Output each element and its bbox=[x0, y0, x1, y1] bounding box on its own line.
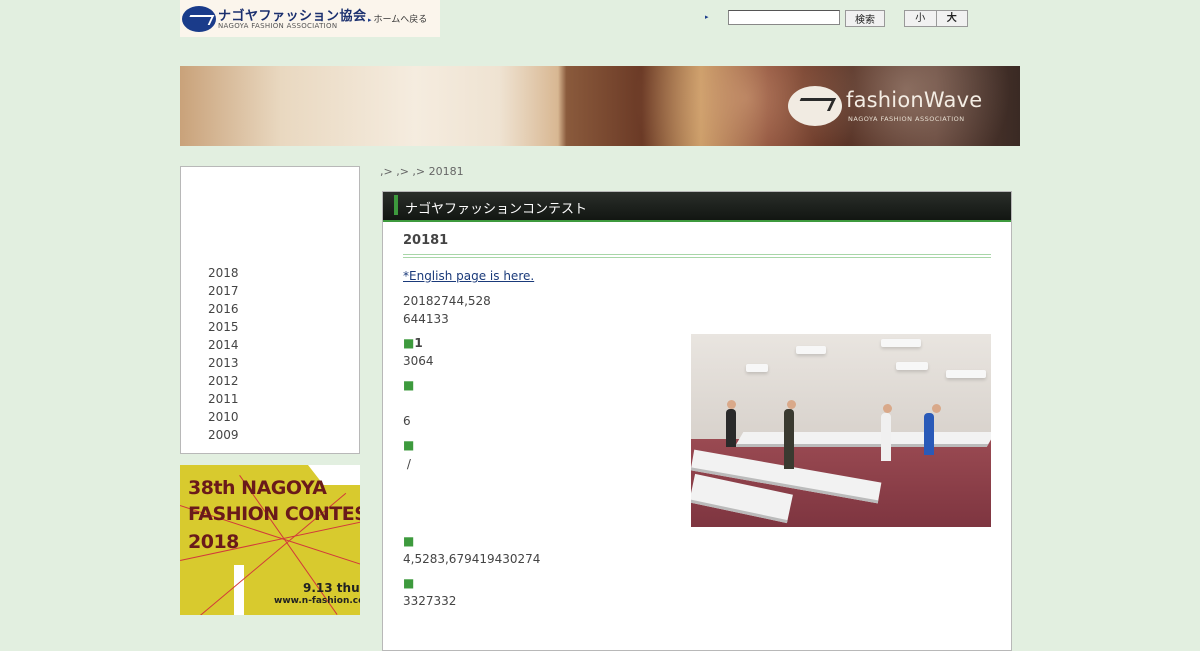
year-link[interactable]: 2016 bbox=[208, 300, 239, 318]
breadcrumb[interactable]: ,> ,> ,> 20181 bbox=[380, 165, 464, 178]
poster-date: 9.13 thur. bbox=[303, 581, 360, 595]
square-bullet-icon: ■ bbox=[403, 534, 415, 548]
banner-brand-sub: NAGOYA FASHION ASSOCIATION bbox=[848, 115, 965, 123]
square-bullet-icon: ■ bbox=[403, 378, 415, 392]
poster-url: www.n-fashion.com bbox=[274, 596, 360, 606]
header-banner: fashionWave NAGOYA FASHION ASSOCIATION bbox=[180, 66, 1020, 146]
intro-line: 644133 bbox=[403, 312, 449, 326]
poster-title-line3: 2018 bbox=[188, 531, 239, 553]
year-link[interactable]: 2014 bbox=[208, 336, 239, 354]
logo-english-text: NAGOYA FASHION ASSOCIATION bbox=[218, 22, 338, 30]
section-text: 4,5283,679419430274 bbox=[403, 552, 541, 566]
panel-header-title: ナゴヤファッションコンテスト bbox=[405, 202, 588, 217]
section-text: 3064 bbox=[403, 354, 434, 368]
section-heading: ■ bbox=[403, 378, 414, 392]
section-text: / bbox=[403, 457, 411, 471]
square-bullet-icon: ■ bbox=[403, 576, 415, 590]
section-text: 3327332 bbox=[403, 594, 457, 608]
fashion-wave-logo-icon bbox=[788, 86, 842, 126]
section-text: 6 bbox=[403, 414, 411, 428]
section-heading: ■ bbox=[403, 438, 414, 452]
poster-title-line2: FASHION CONTEST bbox=[188, 503, 360, 525]
font-small-button[interactable]: 小 bbox=[905, 11, 936, 26]
arrow-right-icon: ▸ bbox=[705, 13, 709, 21]
font-large-button[interactable]: 大 bbox=[935, 11, 968, 26]
square-bullet-icon: ■ bbox=[403, 438, 415, 452]
arrow-right-icon: ▸ bbox=[368, 16, 372, 24]
sidebar: 2018 2017 2016 2015 2014 2013 2012 2011 … bbox=[180, 166, 360, 454]
divider bbox=[403, 254, 991, 258]
font-size-toggle: 小 大 bbox=[904, 10, 968, 27]
site-logo[interactable]: ナゴヤファッション協会 NAGOYA FASHION ASSOCIATION ▸… bbox=[180, 0, 440, 37]
square-bullet-icon: ■ bbox=[403, 336, 415, 350]
panel-header: ナゴヤファッションコンテスト bbox=[383, 192, 1011, 222]
judging-venue-photo bbox=[691, 334, 991, 527]
year-link[interactable]: 2011 bbox=[208, 390, 239, 408]
intro-line: 20182744,528 bbox=[403, 294, 491, 308]
year-list: 2018 2017 2016 2015 2014 2013 2012 2011 … bbox=[208, 264, 239, 444]
home-link[interactable]: ▸ ホームへ戻る bbox=[368, 12, 427, 25]
article-title: 20181 bbox=[403, 233, 449, 248]
year-link[interactable]: 2010 bbox=[208, 408, 239, 426]
home-link-label: ホームへ戻る bbox=[373, 15, 428, 25]
year-link[interactable]: 2009 bbox=[208, 426, 239, 444]
banner-brand: fashionWave bbox=[846, 88, 983, 112]
search-button[interactable]: 検索 bbox=[845, 10, 885, 27]
section-heading: ■ bbox=[403, 534, 414, 548]
search-input[interactable] bbox=[728, 10, 840, 25]
poster-title-line1: 38th NAGOYA bbox=[188, 477, 327, 499]
year-link[interactable]: 2013 bbox=[208, 354, 239, 372]
english-page-link[interactable]: *English page is here. bbox=[403, 269, 534, 283]
section-heading: ■ bbox=[403, 576, 414, 590]
association-logo-icon bbox=[182, 6, 216, 32]
year-link[interactable]: 2017 bbox=[208, 282, 239, 300]
content-panel: ナゴヤファッションコンテスト 20181 *English page is he… bbox=[382, 191, 1012, 651]
contest-poster-banner[interactable]: 38th NAGOYA FASHION CONTEST 2018 9.13 th… bbox=[180, 465, 360, 615]
year-link[interactable]: 2018 bbox=[208, 264, 239, 282]
section-heading: ■1 bbox=[403, 336, 423, 350]
section-label: 1 bbox=[414, 336, 423, 350]
year-link[interactable]: 2015 bbox=[208, 318, 239, 336]
year-link[interactable]: 2012 bbox=[208, 372, 239, 390]
